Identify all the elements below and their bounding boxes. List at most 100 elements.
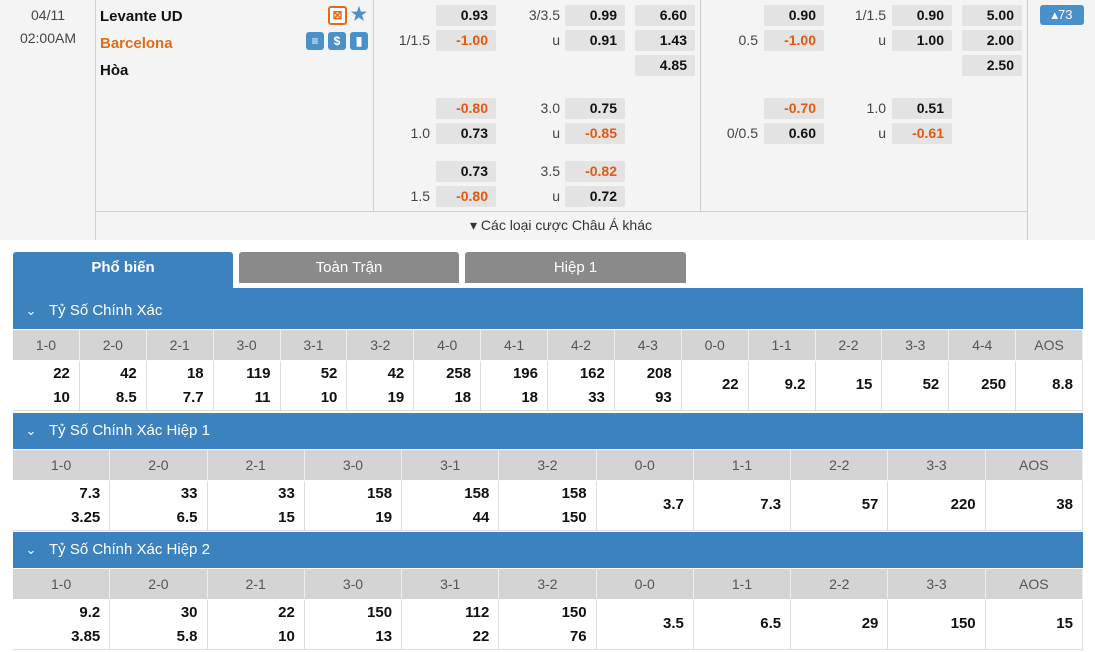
score-label: 1-0 [13,330,80,360]
ht-ou-over[interactable]: 0.90 [892,5,952,26]
odds-value: 3.7 [663,496,684,513]
section-header[interactable]: ⌄ Tỷ Số Chính Xác Hiệp 2 [13,532,1083,568]
section-header[interactable]: ⌄ Tỷ Số Chính Xác Hiệp 1 [13,413,1083,449]
odds-cell[interactable]: 42 8.5 [80,361,147,410]
odds-away: 7.7 [182,389,204,406]
odds-cell[interactable]: 9.2 3.85 [13,600,111,649]
odds-cell[interactable]: 22 10 [13,361,80,410]
odds-cell[interactable]: 119 11 [214,361,281,410]
chevron-down-icon: ⌄ [25,303,37,318]
stats-icon[interactable]: ≡ [306,32,324,50]
score-label: AOS [986,569,1083,599]
tab-full-match[interactable]: Toàn Trận [239,252,459,283]
odds-cell[interactable]: 18 7.7 [147,361,214,410]
odds-cell[interactable]: 250 [949,361,1017,410]
odds-cell[interactable]: 22 [682,361,749,410]
odds-cell[interactable]: 6.5 [694,600,792,649]
odds-cell[interactable]: 15 [986,600,1083,649]
ft-hdp-away[interactable]: -1.00 [436,30,496,51]
score-label: 4-1 [481,330,548,360]
chart-icon[interactable]: ▮ [350,32,368,50]
ht-alt1-hdp-away[interactable]: 0.60 [764,123,824,144]
odds-cell[interactable]: 57 [791,481,889,530]
score-header-row: 1-0 2-0 2-1 3-0 3-1 3-2 0-0 1-1 2-2 3-3 AOS [13,450,1083,480]
score-label: 3-1 [281,330,348,360]
ht-1x2-away[interactable]: 2.00 [962,30,1022,51]
odds-cell[interactable]: 150 [888,600,986,649]
ht-1x2-draw[interactable]: 2.50 [962,55,1022,76]
home-team[interactable]: Levante UD [100,8,183,25]
odds-home: 30 [180,604,198,621]
ht-alt1-over[interactable]: 0.51 [892,98,952,119]
section-title: Tỷ Số Chính Xác Hiệp 2 [49,541,210,558]
ft-ou-under[interactable]: 0.91 [565,30,625,51]
tab-popular[interactable]: Phổ biến [13,252,233,288]
ft-alt1-hdp-line: 1.0 [410,125,430,141]
odds-cell[interactable]: 112 22 [402,600,500,649]
odds-cell[interactable]: 33 6.5 [110,481,208,530]
more-markets-button[interactable]: ▴73 [1040,5,1084,25]
ft-hdp-home[interactable]: 0.93 [436,5,496,26]
ft-alt2-under[interactable]: 0.72 [565,186,625,207]
odds-value: 38 [1056,496,1073,513]
ft-1x2-home[interactable]: 6.60 [635,5,695,26]
ft-alt2-hdp-away[interactable]: -0.80 [436,186,496,207]
score-label: 3-2 [499,569,597,599]
ft-alt2-hdp-home[interactable]: 0.73 [436,161,496,182]
odds-cell[interactable]: 162 33 [548,361,615,410]
divider [95,0,96,240]
odds-cell[interactable]: 8.8 [1016,361,1083,410]
odds-cell[interactable]: 3.7 [597,481,694,530]
ft-ou-over[interactable]: 0.99 [565,5,625,26]
ht-alt1-hdp-home[interactable]: -0.70 [764,98,824,119]
odds-cell[interactable]: 7.3 [694,481,792,530]
tab-first-half[interactable]: Hiệp 1 [465,252,686,283]
section-header[interactable]: ⌄ Tỷ Số Chính Xác [13,293,1083,329]
odds-cell[interactable]: 196 18 [481,361,548,410]
ht-1x2-home[interactable]: 5.00 [962,5,1022,26]
ft-alt1-over[interactable]: 0.75 [565,98,625,119]
odds-cell[interactable]: 158 44 [402,481,500,530]
odds-cell[interactable]: 150 13 [305,600,403,649]
odds-cell[interactable]: 220 [888,481,986,530]
score-label: 1-0 [13,569,111,599]
odds-cell[interactable]: 15 [816,361,883,410]
ht-hdp-away[interactable]: -1.00 [764,30,824,51]
odds-cell[interactable]: 158 19 [305,481,403,530]
odds-cell[interactable]: 52 [882,361,950,410]
favorite-star-icon[interactable]: ★ [350,5,368,23]
odds-cell[interactable]: 7.3 3.25 [13,481,111,530]
score-label: 3-2 [347,330,415,360]
ft-alt1-under[interactable]: -0.85 [565,123,625,144]
odds-cell[interactable]: 158 150 [499,481,597,530]
score-label: 2-1 [208,450,305,480]
ht-ou-under[interactable]: 1.00 [892,30,952,51]
odds-away: 11 [254,389,271,406]
match-date: 04/11 [31,7,65,23]
odds-cell[interactable]: 3.5 [597,600,694,649]
away-team[interactable]: Barcelona [100,35,173,52]
ft-1x2-draw[interactable]: 4.85 [635,55,695,76]
odds-cell[interactable]: 30 5.8 [110,600,208,649]
odds-away: 6.5 [176,509,198,526]
ft-alt1-hdp-away[interactable]: 0.73 [436,123,496,144]
odds-cell[interactable]: 22 10 [208,600,305,649]
odds-cell[interactable]: 29 [791,600,889,649]
live-stream-icon[interactable]: ⊠ [328,6,347,25]
odds-cell[interactable]: 150 76 [499,600,597,649]
odds-cell[interactable]: 9.2 [749,361,816,410]
ht-hdp-home[interactable]: 0.90 [764,5,824,26]
odds-cell[interactable]: 33 15 [208,481,305,530]
odds-cell[interactable]: 38 [986,481,1083,530]
odds-cell[interactable]: 208 93 [615,361,682,410]
asian-more-toggle[interactable]: ▾ Các loại cược Châu Á khác [96,212,1026,239]
ft-alt1-hdp-home[interactable]: -0.80 [436,98,496,119]
ft-alt2-over[interactable]: -0.82 [565,161,625,182]
ht-alt1-under[interactable]: -0.61 [892,123,952,144]
ft-1x2-away[interactable]: 1.43 [635,30,695,51]
odds-cell[interactable]: 52 10 [281,361,348,410]
odds-home: 162 [579,365,605,382]
dollar-icon[interactable]: $ [328,32,346,50]
odds-cell[interactable]: 42 19 [347,361,415,410]
odds-cell[interactable]: 258 18 [414,361,482,410]
